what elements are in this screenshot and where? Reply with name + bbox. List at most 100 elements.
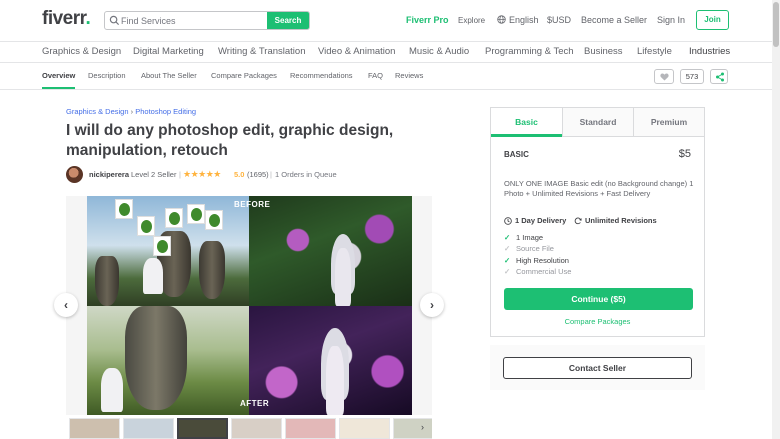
feature-item: ✓ Commercial Use [504, 267, 572, 276]
contact-seller-button[interactable]: Contact Seller [503, 357, 692, 379]
category-business[interactable]: Business [584, 46, 623, 57]
check-icon: ✓ [504, 233, 511, 242]
clock-icon [504, 217, 512, 225]
tab-recommendations[interactable]: Recommendations [290, 71, 353, 80]
currency-selector[interactable]: $USD [547, 15, 571, 25]
chevron-right-icon[interactable]: › [421, 422, 424, 432]
active-tab-underline [42, 87, 75, 89]
active-package-underline [491, 134, 562, 137]
gallery-thumbnail[interactable] [177, 418, 228, 439]
breadcrumb: Graphics & Design › Photoshop Editing [66, 107, 196, 116]
search-button[interactable]: Search [267, 12, 309, 29]
chevron-right-icon: › [430, 298, 434, 312]
seller-name[interactable]: nickiperera [89, 170, 129, 179]
continue-button[interactable]: Continue ($5) [504, 288, 693, 310]
sign-in-link[interactable]: Sign In [657, 15, 685, 25]
feature-item: ✓ 1 Image [504, 233, 544, 242]
gallery-thumbnails: › [66, 418, 432, 439]
search-bar: Search [104, 11, 310, 30]
seller-overview: nickiperera Level 2 Seller | ★★★★★ 5.0 (… [66, 166, 386, 183]
check-icon: ✓ [504, 256, 511, 265]
share-button[interactable] [710, 69, 728, 84]
gig-subnav: Overview Description About The Seller Co… [0, 63, 772, 90]
language-selector[interactable]: English [497, 15, 539, 25]
refresh-icon [574, 217, 582, 225]
search-input[interactable] [121, 12, 269, 29]
after-label: AFTER [240, 399, 270, 408]
gallery-thumbnail[interactable] [339, 418, 390, 439]
orders-in-queue: 1 Orders in Queue [275, 170, 337, 179]
tab-standard[interactable]: Standard [562, 108, 633, 136]
tab-compare-packages[interactable]: Compare Packages [211, 71, 277, 80]
before-portrait-quadrant [249, 196, 412, 306]
share-icon [716, 72, 724, 82]
save-button[interactable] [654, 69, 674, 84]
category-industries[interactable]: Industries [689, 46, 730, 57]
gallery-prev-button[interactable]: ‹ [54, 293, 78, 317]
contact-section: Contact Seller [490, 345, 705, 390]
category-video-animation[interactable]: Video & Animation [318, 46, 395, 57]
language-label: English [509, 15, 539, 25]
heart-icon [660, 73, 669, 81]
top-header: fiverr. Search Fiverr Pro Explore Englis… [0, 0, 772, 42]
divider: | [179, 170, 181, 179]
fiverr-logo[interactable]: fiverr. [42, 8, 91, 30]
gallery-thumbnail[interactable] [231, 418, 282, 439]
divider: | [270, 170, 272, 179]
revisions: Unlimited Revisions [574, 216, 657, 225]
package-tabs: Basic Standard Premium [491, 108, 704, 137]
gallery-next-button[interactable]: › [420, 293, 444, 317]
after-composition-quadrant [87, 306, 249, 415]
category-graphics-design[interactable]: Graphics & Design [42, 46, 121, 57]
fiverr-pro-link[interactable]: Fiverr Pro [406, 15, 449, 25]
gallery-thumbnail[interactable] [123, 418, 174, 439]
star-rating-icon: ★★★★★ [183, 169, 221, 179]
tab-description[interactable]: Description [88, 71, 126, 80]
category-music-audio[interactable]: Music & Audio [409, 46, 469, 57]
become-seller-link[interactable]: Become a Seller [581, 15, 647, 25]
package-description: ONLY ONE IMAGE Basic edit (no Background… [504, 179, 694, 198]
gig-gallery: BEFORE AFTER [66, 196, 432, 415]
check-icon: ✓ [504, 244, 511, 253]
delivery-time: 1 Day Delivery [504, 216, 566, 225]
gallery-thumbnail[interactable] [393, 418, 432, 439]
rating-score: 5.0 [234, 170, 245, 179]
tab-basic[interactable]: Basic [491, 108, 562, 136]
gallery-thumbnail[interactable] [69, 418, 120, 439]
before-label: BEFORE [234, 200, 271, 209]
likes-count: 573 [680, 69, 704, 84]
category-writing-translation[interactable]: Writing & Translation [218, 46, 305, 57]
breadcrumb-photoshop-editing[interactable]: Photoshop Editing [135, 107, 196, 116]
seller-level: Level 2 Seller [131, 170, 177, 179]
scrollbar-thumb[interactable] [773, 2, 779, 47]
tab-premium[interactable]: Premium [633, 108, 704, 136]
after-portrait-quadrant [249, 306, 412, 415]
before-composition-quadrant [87, 196, 249, 306]
chevron-left-icon: ‹ [64, 298, 68, 312]
package-name: BASIC [504, 150, 529, 159]
delivery-label: 1 Day Delivery [515, 216, 567, 225]
category-programming-tech[interactable]: Programming & Tech [485, 46, 574, 57]
search-icon [109, 15, 120, 26]
feature-item: ✓ Source File [504, 244, 554, 253]
compare-packages-link[interactable]: Compare Packages [491, 317, 704, 326]
gallery-thumbnail[interactable] [285, 418, 336, 439]
category-nav: Graphics & Design Digital Marketing Writ… [0, 42, 772, 63]
gig-title: I will do any photoshop edit, graphic de… [66, 122, 394, 159]
review-count[interactable]: (1695) [247, 170, 269, 179]
avatar[interactable] [66, 166, 83, 183]
explore-link[interactable]: Explore [458, 16, 485, 25]
page-scrollbar[interactable] [772, 0, 780, 439]
tab-faq[interactable]: FAQ [368, 71, 383, 80]
gallery-main-image[interactable]: BEFORE AFTER [87, 196, 412, 415]
tab-about-seller[interactable]: About The Seller [141, 71, 197, 80]
category-digital-marketing[interactable]: Digital Marketing [133, 46, 204, 57]
category-lifestyle[interactable]: Lifestyle [637, 46, 672, 57]
globe-icon [497, 15, 506, 24]
revisions-label: Unlimited Revisions [585, 216, 657, 225]
join-button[interactable]: Join [696, 10, 729, 30]
breadcrumb-graphics-design[interactable]: Graphics & Design [66, 107, 129, 116]
tab-reviews[interactable]: Reviews [395, 71, 423, 80]
tab-overview[interactable]: Overview [42, 71, 75, 80]
breadcrumb-separator: › [130, 107, 134, 116]
